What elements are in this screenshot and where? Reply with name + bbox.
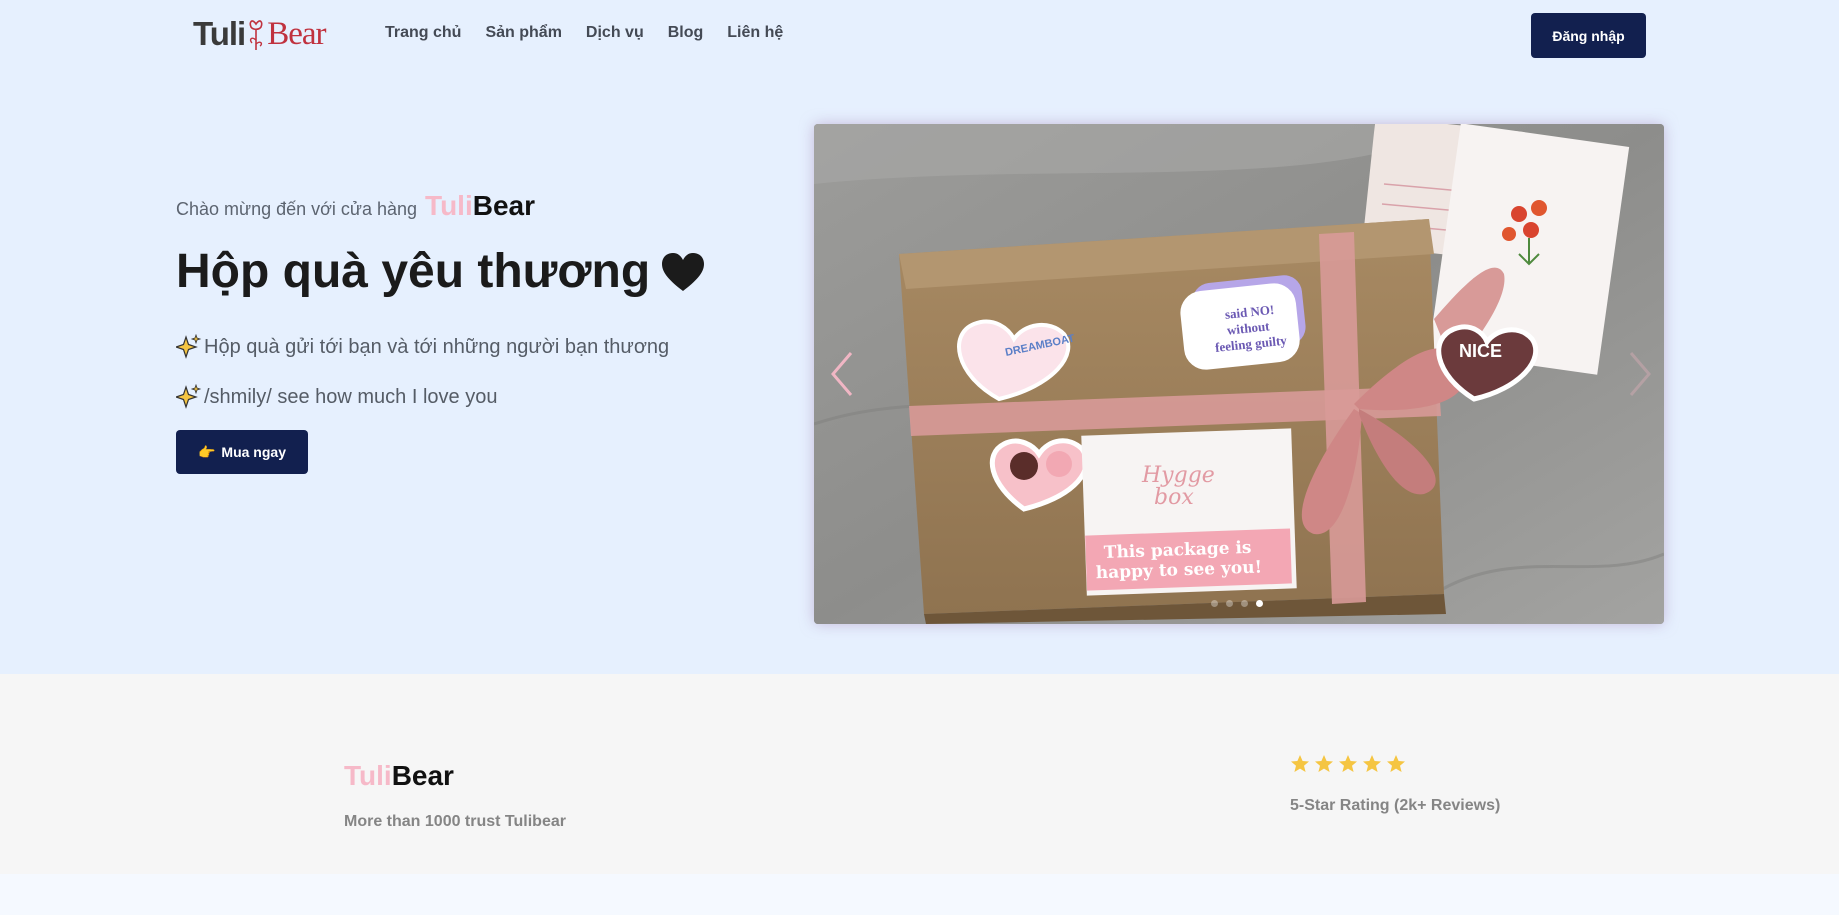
nav-services[interactable]: Dịch vụ — [586, 24, 644, 42]
nav-products[interactable]: Sản phẩm — [485, 24, 561, 42]
hero-title: Hộp quà yêu thương — [176, 244, 706, 299]
star-icon — [1339, 755, 1357, 772]
star-rating — [1290, 754, 1406, 774]
stats-brand: TuliBear — [344, 760, 454, 792]
hero-brand-tuli: Tuli — [425, 190, 473, 221]
main-nav: Trang chủ Sản phẩm Dịch vụ Blog Liên hệ — [385, 24, 783, 42]
navbar: Tuli Bear Trang chủ Sản phẩm Dịch vụ Blo… — [0, 0, 1839, 70]
chevron-left-icon — [831, 352, 853, 396]
hero-brand-bear: Bear — [472, 190, 535, 221]
logo[interactable]: Tuli Bear — [193, 14, 327, 54]
trust-text: More than 1000 trust Tulibear — [344, 813, 566, 830]
star-icon — [1363, 755, 1381, 772]
buy-now-label: Mua ngay — [221, 444, 286, 460]
sparkles-icon — [176, 334, 202, 359]
carousel-dot[interactable] — [1241, 600, 1248, 607]
welcome-text: Chào mừng đến với cửa hàng — [176, 199, 418, 219]
logo-tuli: Tuli — [193, 15, 246, 52]
star-icon — [1291, 755, 1309, 772]
hero-line-1: Hộp quà gửi tới bạn và tới những người b… — [176, 334, 669, 360]
hero-line-2: /shmily/ see how much I love you — [176, 384, 497, 410]
heart-icon — [662, 252, 705, 291]
login-button[interactable]: Đăng nhập — [1531, 13, 1646, 58]
product-carousel[interactable]: DREAMBOAT said NO! without feeling guilt… — [814, 124, 1664, 624]
gift-box-photo: DREAMBOAT said NO! without feeling guilt… — [814, 124, 1664, 624]
carousel-indicators — [1211, 600, 1263, 607]
carousel-dot-active[interactable] — [1256, 600, 1263, 607]
rating-text: 5-Star Rating (2k+ Reviews) — [1290, 797, 1501, 814]
nav-home[interactable]: Trang chủ — [385, 24, 461, 42]
chevron-right-icon — [1629, 352, 1651, 396]
carousel-next-button[interactable] — [1620, 344, 1660, 404]
star-icon — [1315, 755, 1333, 772]
carousel-prev-button[interactable] — [822, 344, 862, 404]
nav-blog[interactable]: Blog — [668, 24, 704, 42]
sticker-nice: NICE — [1459, 341, 1502, 361]
buy-now-button[interactable]: 👉 Mua ngay — [176, 430, 308, 474]
tulip-icon — [249, 20, 263, 50]
carousel-dot[interactable] — [1211, 600, 1218, 607]
hero-line-2-text: /shmily/ see how much I love you — [204, 385, 498, 408]
star-icon — [1387, 755, 1405, 772]
logo-bear: Bear — [267, 15, 326, 52]
stats-brand-tuli: Tuli — [344, 760, 392, 791]
hero-section: Tuli Bear Trang chủ Sản phẩm Dịch vụ Blo… — [0, 0, 1839, 674]
welcome-line: Chào mừng đến với cửa hàng TuliBear — [176, 190, 535, 222]
carousel-dot[interactable] — [1226, 600, 1233, 607]
sparkles-icon — [176, 384, 202, 409]
hero-title-text: Hộp quà yêu thương — [176, 245, 651, 298]
stats-section: TuliBear More than 1000 trust Tulibear 5… — [0, 674, 1839, 874]
nav-contact[interactable]: Liên hệ — [727, 24, 783, 42]
hero-line-1-text: Hộp quà gửi tới bạn và tới những người b… — [204, 335, 670, 358]
pointing-hand-icon: 👉 — [197, 443, 216, 460]
hero-brand: TuliBear — [425, 190, 535, 222]
stats-brand-bear: Bear — [391, 760, 454, 791]
label-script-2: box — [1154, 485, 1194, 510]
